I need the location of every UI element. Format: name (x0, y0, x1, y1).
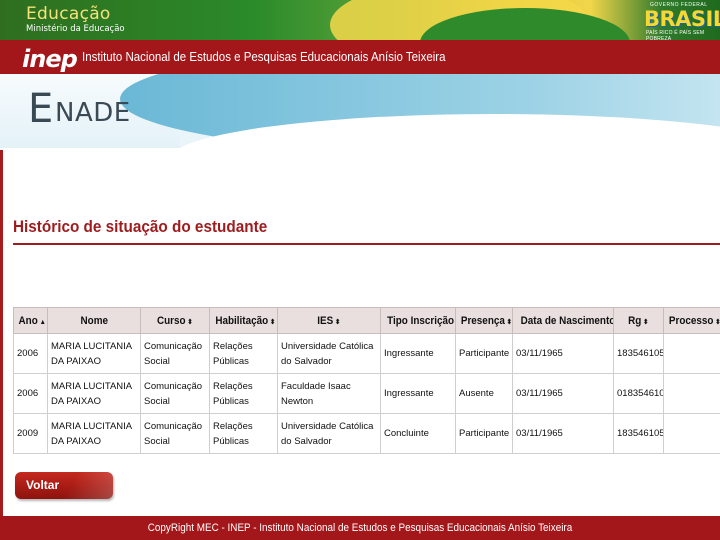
cell-processo (663, 373, 720, 414)
button-shine (62, 472, 113, 499)
column-header-label: Nome (80, 314, 108, 327)
cell-tipo-inscricao: Ingressante (380, 333, 456, 374)
cell-presenca: Participante (455, 333, 513, 374)
table-header-row: Ano ▲ Nome Curso ⬍ Habilitação ⬍ IES ⬍ Tipo … (13, 307, 720, 334)
cell-nome: MARIA LUCITANIA DA PAIXAO (47, 373, 141, 414)
sort-ascending-icon: ▲ (39, 318, 46, 326)
cell-nome: MARIA LUCITANIA DA PAIXAO (47, 333, 141, 374)
cell-tipo-inscricao: Concluinte (380, 413, 456, 454)
table-row: 2006 MARIA LUCITANIA DA PAIXAO Comunicaç… (13, 333, 720, 374)
cell-curso: Comunicação Social (140, 413, 210, 454)
cell-habilitacao: Relações Públicas (209, 373, 278, 414)
cell-tipo-inscricao: Ingressante (380, 373, 456, 414)
sort-icon: ⬍ (335, 318, 341, 326)
enade-logo-initial: E (28, 86, 54, 132)
ministry-title: Educação (26, 4, 111, 24)
ministry-subtitle: Ministério da Educação (26, 24, 125, 34)
cell-ano: 2006 (13, 373, 48, 414)
inep-institute-name: Instituto Nacional de Estudos e Pesquisa… (82, 50, 446, 64)
cell-ies: Faculdade Isaac Newton (277, 373, 381, 414)
cell-processo (663, 413, 720, 454)
cell-ies: Universidade Católica do Salvador (277, 413, 381, 454)
column-header-label: Tipo Inscrição (387, 314, 455, 327)
title-divider (13, 243, 720, 245)
cell-processo (663, 333, 720, 374)
column-header-ano[interactable]: Ano ▲ (13, 307, 48, 334)
sort-icon: ⬍ (715, 319, 720, 326)
cell-habilitacao: Relações Públicas (209, 333, 278, 374)
cell-presenca: Participante (455, 413, 513, 454)
sort-icon: ⬍ (269, 318, 276, 326)
column-header-label: Habilitação (215, 314, 269, 327)
cell-nome: MARIA LUCITANIA DA PAIXAO (47, 413, 141, 454)
back-button[interactable]: Voltar (15, 472, 113, 499)
footer-copyright: CopyRight MEC - INEP - Instituto Naciona… (147, 522, 573, 534)
column-header-rg[interactable]: Rg ⬍ (613, 307, 664, 334)
column-header-label: Processo (668, 314, 714, 327)
student-history-table: Ano ▲ Nome Curso ⬍ Habilitação ⬍ IES ⬍ Tipo … (13, 307, 720, 454)
sort-icon: ⬍ (506, 318, 512, 326)
column-header-nome[interactable]: Nome (47, 307, 141, 334)
cell-ano: 2009 (13, 413, 48, 454)
table-row: 2009 MARIA LUCITANIA DA PAIXAO Comunicaç… (13, 413, 720, 454)
sort-icon: ⬍ (643, 318, 649, 326)
cell-ies: Universidade Católica do Salvador (277, 333, 381, 374)
cell-data-nascimento: 03/11/1965 (512, 373, 614, 414)
column-header-presenca[interactable]: Presença ⬍ (455, 307, 513, 334)
enade-logo-rest: NADE (55, 98, 131, 128)
cell-rg: 183546105 (613, 333, 664, 374)
cell-rg: 183546105 (613, 413, 664, 454)
cell-habilitacao: Relações Públicas (209, 413, 278, 454)
cell-presenca: Ausente (455, 373, 513, 414)
column-header-ies[interactable]: IES ⬍ (277, 307, 381, 334)
sort-icon: ⬍ (187, 318, 193, 326)
left-border-bar (0, 150, 3, 520)
column-header-label: Rg (628, 314, 642, 327)
column-header-tipo-inscricao[interactable]: Tipo Inscrição⬍ (380, 307, 456, 334)
column-header-label: Presença (460, 314, 505, 327)
brasil-logo: GOVERNO FEDERAL BRASIL PAÍS RICO É PAÍS … (642, 2, 720, 42)
cell-data-nascimento: 03/11/1965 (512, 413, 614, 454)
column-header-label: Ano (18, 314, 38, 327)
back-button-label: Voltar (26, 478, 60, 492)
column-header-label: Curso (157, 314, 186, 327)
column-header-curso[interactable]: Curso ⬍ (140, 307, 210, 334)
column-header-data-nascimento[interactable]: Data de Nascimento⬍ (512, 307, 614, 334)
cell-curso: Comunicação Social (140, 333, 210, 374)
column-header-processo[interactable]: Processo⬍ (663, 307, 720, 334)
cell-data-nascimento: 03/11/1965 (512, 333, 614, 374)
cell-ano: 2006 (13, 333, 48, 374)
inep-logo: inep (22, 45, 78, 73)
column-header-label: Data de Nascimento (520, 314, 614, 327)
brasil-logo-word: BRASIL (644, 7, 720, 31)
column-header-habilitacao[interactable]: Habilitação ⬍ (209, 307, 278, 334)
cell-rg: 0183546105 (613, 373, 664, 414)
table-row: 2006 MARIA LUCITANIA DA PAIXAO Comunicaç… (13, 373, 720, 414)
column-header-label: IES (317, 314, 334, 327)
cell-curso: Comunicação Social (140, 373, 210, 414)
page-title: Histórico de situação do estudante (13, 217, 268, 236)
